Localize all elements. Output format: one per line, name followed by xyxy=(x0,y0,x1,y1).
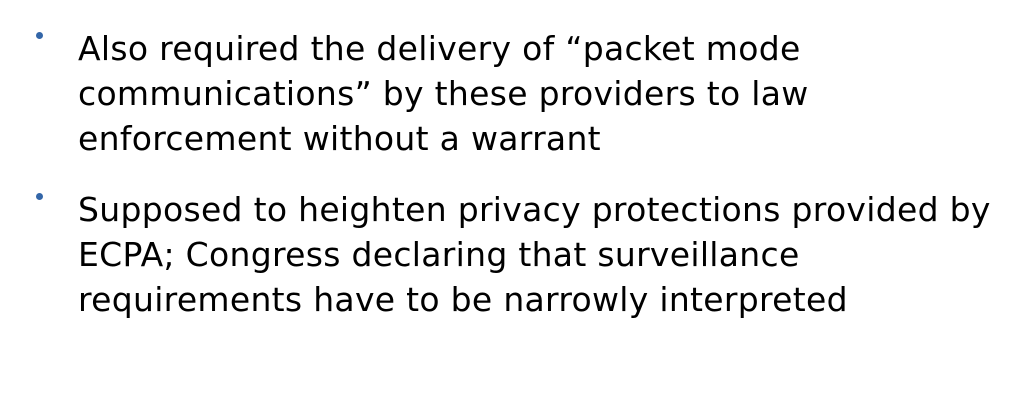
slide: Also required the delivery of “packet mo… xyxy=(0,0,1027,413)
bullet-item: Also required the delivery of “packet mo… xyxy=(36,26,1011,161)
bullet-item: Supposed to heighten privacy protections… xyxy=(36,187,1011,322)
bullet-text: Supposed to heighten privacy protections… xyxy=(78,190,991,319)
bullet-text: Also required the delivery of “packet mo… xyxy=(78,29,809,158)
bullet-list: Also required the delivery of “packet mo… xyxy=(36,26,1011,348)
bullet-dot-icon xyxy=(36,193,43,200)
bullet-dot-icon xyxy=(36,32,43,39)
